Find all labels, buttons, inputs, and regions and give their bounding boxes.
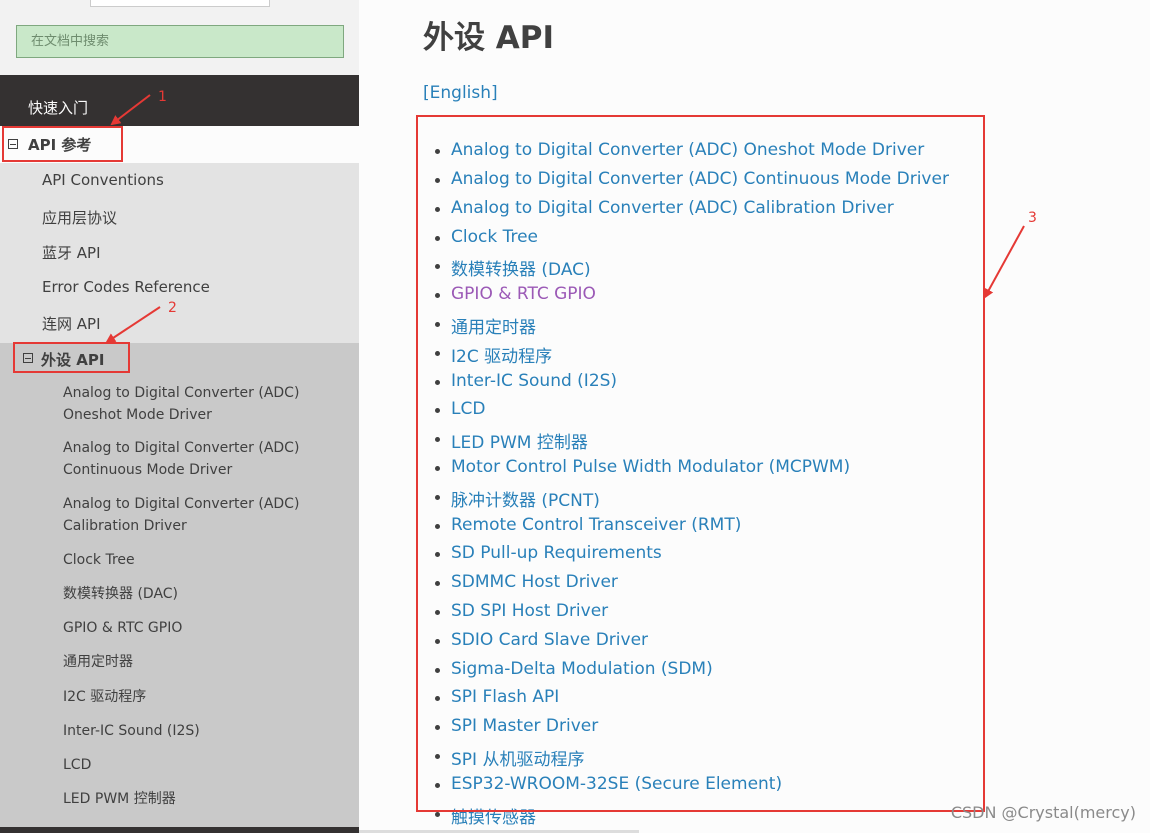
english-link[interactable]: [English] — [423, 83, 498, 103]
annotation-box-1 — [2, 126, 123, 162]
sidebar-item-error-codes[interactable]: Error Codes Reference — [42, 278, 210, 296]
sidebar-item-bluetooth-api[interactable]: 蓝牙 API — [42, 242, 101, 263]
sidebar-subitem-timer[interactable]: 通用定时器 — [63, 651, 323, 673]
sidebar-subitem-adc-oneshot[interactable]: Analog to Digital Converter (ADC) Onesho… — [63, 382, 323, 426]
version-selector[interactable] — [90, 0, 270, 7]
sidebar-subitem-adc-calibration[interactable]: Analog to Digital Converter (ADC) Calibr… — [63, 493, 323, 537]
sidebar-item-network-api[interactable]: 连网 API — [42, 313, 101, 334]
sidebar-subitem-gpio[interactable]: GPIO & RTC GPIO — [63, 617, 323, 639]
annotation-box-3 — [416, 115, 985, 812]
annotation-box-2 — [13, 342, 130, 373]
search-input[interactable] — [16, 25, 344, 58]
search-area — [0, 0, 359, 75]
sidebar: 快速入门 API 参考 API Conventions 应用层协议 蓝牙 API… — [0, 0, 359, 833]
sidebar-item-peripherals-api[interactable]: 外设 API Analog to Digital Converter (ADC)… — [0, 343, 359, 833]
sidebar-subitem-i2c[interactable]: I2C 驱动程序 — [63, 686, 323, 708]
sidebar-subitem-adc-continuous[interactable]: Analog to Digital Converter (ADC) Contin… — [63, 437, 323, 481]
sidebar-item-app-protocols[interactable]: 应用层协议 — [42, 207, 117, 228]
sidebar-subitem-lcd[interactable]: LCD — [63, 754, 323, 776]
annotation-label-3: 3 — [1028, 210, 1037, 226]
annotation-label-2: 2 — [168, 300, 177, 316]
sidebar-item-api-conventions[interactable]: API Conventions — [42, 171, 164, 189]
nav-item-quickstart[interactable]: 快速入门 — [28, 97, 88, 118]
sidebar-subitem-i2s[interactable]: Inter-IC Sound (I2S) — [63, 720, 323, 742]
bullet-icon — [435, 812, 440, 817]
sidebar-subitem-dac[interactable]: 数模转换器 (DAC) — [63, 583, 323, 605]
sidebar-subitem-clock-tree[interactable]: Clock Tree — [63, 549, 323, 571]
sidebar-bottom-bar — [0, 827, 359, 833]
page-title: 外设 API — [423, 20, 555, 56]
l2-nav-group: API Conventions 应用层协议 蓝牙 API Error Codes… — [0, 163, 359, 343]
watermark: CSDN @Crystal(mercy) — [950, 803, 1136, 822]
sidebar-subitem-ledc[interactable]: LED PWM 控制器 — [63, 788, 323, 810]
annotation-label-1: 1 — [158, 89, 167, 105]
